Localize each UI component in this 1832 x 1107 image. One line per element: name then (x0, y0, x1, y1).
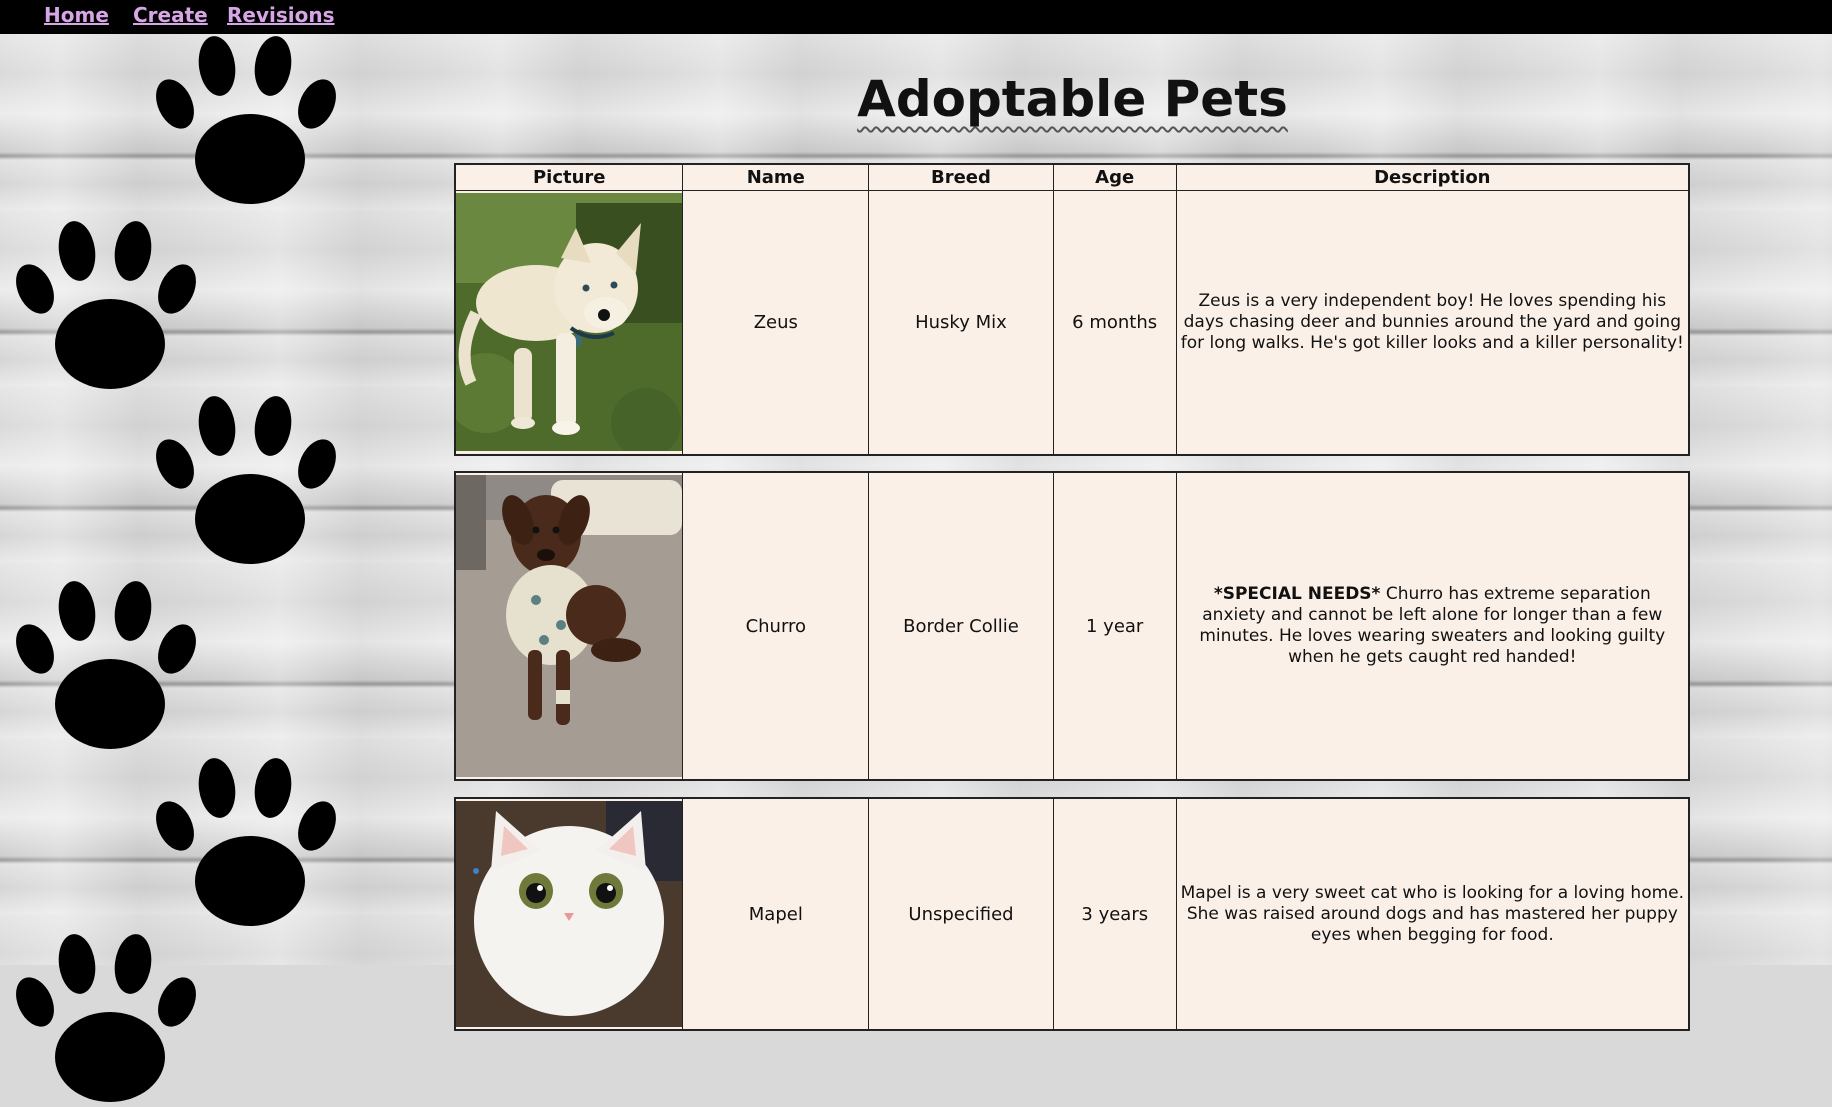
pet-picture-cell (454, 471, 684, 781)
header-name: Name (682, 163, 870, 191)
table-row: Zeus Husky Mix 6 months Zeus is a very i… (454, 189, 1690, 456)
pet-breed: Border Collie (868, 471, 1054, 781)
white-puppy-photo (456, 193, 683, 452)
header-picture: Picture (454, 163, 684, 191)
pet-table-churro: Churro Border Collie 1 year *SPECIAL NEE… (454, 471, 1690, 781)
pet-name: Zeus (682, 189, 870, 456)
pet-description: Zeus is a very independent boy! He loves… (1175, 189, 1690, 456)
header-age: Age (1052, 163, 1177, 191)
pet-name: Mapel (682, 797, 870, 1031)
pet-table-mapel: Mapel Unspecified 3 years Mapel is a ver… (454, 797, 1690, 1031)
nav-bar: Home Create Revisions (0, 0, 1832, 34)
pet-description: Mapel is a very sweet cat who is looking… (1175, 797, 1690, 1031)
pet-description: *SPECIAL NEEDS* Churro has extreme separ… (1175, 471, 1690, 781)
paw-print-icon (155, 394, 344, 564)
header-description: Description (1175, 163, 1690, 191)
white-cat-photo (456, 801, 683, 1027)
pet-picture-cell (454, 797, 684, 1031)
paw-print-icon (155, 756, 344, 926)
pet-age: 3 years (1052, 797, 1177, 1031)
table-row: Mapel Unspecified 3 years Mapel is a ver… (454, 797, 1690, 1031)
brown-dog-photo (456, 475, 683, 777)
table-row: Churro Border Collie 1 year *SPECIAL NEE… (454, 471, 1690, 781)
paw-print-icon (15, 579, 204, 749)
paw-decoration (0, 34, 360, 1102)
paw-print-icon (15, 219, 204, 389)
table-header-row: Picture Name Breed Age Description (454, 163, 1690, 191)
pet-name: Churro (682, 471, 870, 781)
page-title-wrap: Adoptable Pets (455, 70, 1690, 128)
page-title: Adoptable Pets (857, 70, 1288, 128)
paw-print-icon (15, 932, 204, 1102)
pet-breed: Unspecified (868, 797, 1054, 1031)
special-needs-label: *SPECIAL NEEDS* (1213, 584, 1381, 604)
pet-age: 6 months (1052, 189, 1177, 456)
pet-age: 1 year (1052, 471, 1177, 781)
pet-picture-cell (454, 189, 684, 456)
pet-table-zeus: Picture Name Breed Age Description Zeus … (454, 163, 1690, 456)
pet-breed: Husky Mix (868, 189, 1054, 456)
nav-create-link[interactable]: Create (133, 3, 208, 27)
nav-home-link[interactable]: Home (44, 3, 109, 27)
header-breed: Breed (868, 163, 1054, 191)
paw-print-icon (155, 34, 344, 205)
nav-revisions-link[interactable]: Revisions (227, 3, 335, 27)
